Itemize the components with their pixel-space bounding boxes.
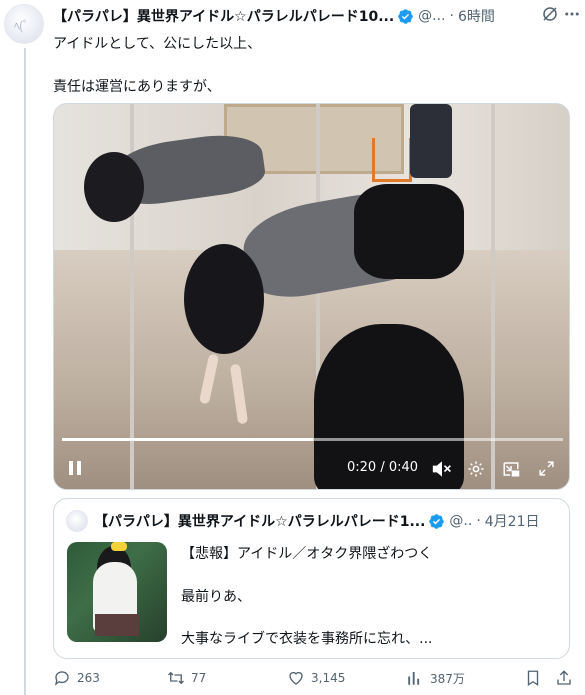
author-avatar[interactable]: ﾍ(ﾟ — [4, 4, 44, 44]
quoted-author-handle: @.. — [449, 513, 473, 529]
quoted-tweet-date: 4月21日 — [484, 514, 540, 530]
verified-badge-icon — [429, 513, 445, 529]
tweet-text-line-2: 責任は運営にありますが、 — [53, 79, 221, 95]
reply-count: 263 — [77, 671, 100, 685]
heart-icon — [289, 671, 303, 685]
video-frame-standing-person — [410, 104, 452, 178]
reply-button[interactable]: 263 — [53, 669, 100, 687]
settings-gear-icon[interactable] — [467, 460, 485, 478]
thumbnail-figure-bow — [111, 542, 127, 551]
share-icon[interactable] — [555, 669, 573, 687]
quoted-tweet[interactable]: 【パラパレ】異世界アイドル☆パラレルパレード1... @.. · 4月21日 【… — [53, 498, 570, 659]
like-button[interactable]: 3,145 — [287, 669, 345, 687]
author-name[interactable]: 【パラパレ】異世界アイドル☆パラレルパレード10... — [53, 6, 394, 26]
tweet-text-line-1: アイドルとして、公にした以上、 — [53, 36, 262, 52]
video-frame-dancer-hair — [84, 152, 144, 222]
muted-volume-icon[interactable] — [432, 460, 452, 478]
pause-icon[interactable] — [68, 460, 82, 476]
bookmark-icon[interactable] — [524, 669, 542, 687]
more-options-icon[interactable] — [563, 5, 581, 23]
quoted-text-line-3: 大事なライブで衣装を事務所に忘れ、... — [181, 631, 433, 647]
separator-dot: · — [449, 8, 454, 24]
quoted-author-name: 【パラパレ】異世界アイドル☆パラレルパレード1... — [94, 514, 426, 530]
retweet-count: 77 — [191, 671, 207, 685]
quoted-text-line-2: 最前りあ、 — [181, 589, 251, 605]
video-progress-fill — [62, 438, 313, 441]
thumbnail-figure-skirt — [95, 614, 139, 636]
views-button[interactable]: 387万 — [406, 669, 465, 687]
tweet-header: 【パラパレ】異世界アイドル☆パラレルパレード10... @... · 6時間 — [53, 5, 575, 27]
views-bar-chart-icon — [408, 672, 420, 685]
picture-in-picture-icon[interactable] — [502, 460, 520, 478]
video-frame-mirror-bar — [491, 104, 495, 489]
video-frame-dancer-hair — [184, 244, 264, 354]
verified-badge-icon — [398, 8, 413, 24]
separator-dot: · — [476, 513, 481, 529]
quoted-tweet-thumbnail — [67, 542, 167, 642]
thread-line — [24, 48, 26, 695]
like-count: 3,145 — [311, 671, 346, 685]
video-frame-chair — [372, 138, 412, 182]
quoted-author-avatar — [66, 510, 88, 532]
video-player[interactable]: 0:20 / 0:40 — [53, 103, 570, 490]
retweet-button[interactable]: 77 — [167, 669, 206, 687]
quoted-tweet-header: 【パラパレ】異世界アイドル☆パラレルパレード1... @.. · 4月21日 — [94, 510, 564, 532]
tweet-timestamp[interactable]: 6時間 — [458, 6, 495, 26]
quoted-text-line-1: 【悲報】アイドル／オタク界隈ざわつく — [181, 546, 433, 562]
video-progress-bar[interactable] — [62, 438, 563, 441]
retweet-icon — [168, 671, 184, 685]
grok-icon[interactable] — [541, 5, 559, 23]
fullscreen-icon[interactable] — [538, 460, 555, 477]
tweet-actions-bar: 263 77 3,145 387万 — [53, 669, 573, 693]
view-count: 387万 — [430, 671, 465, 686]
author-handle[interactable]: @... — [418, 8, 445, 24]
video-time-readout: 0:20 / 0:40 — [347, 460, 419, 475]
video-frame-dancer-skirt — [354, 184, 464, 279]
reply-icon — [54, 671, 69, 686]
